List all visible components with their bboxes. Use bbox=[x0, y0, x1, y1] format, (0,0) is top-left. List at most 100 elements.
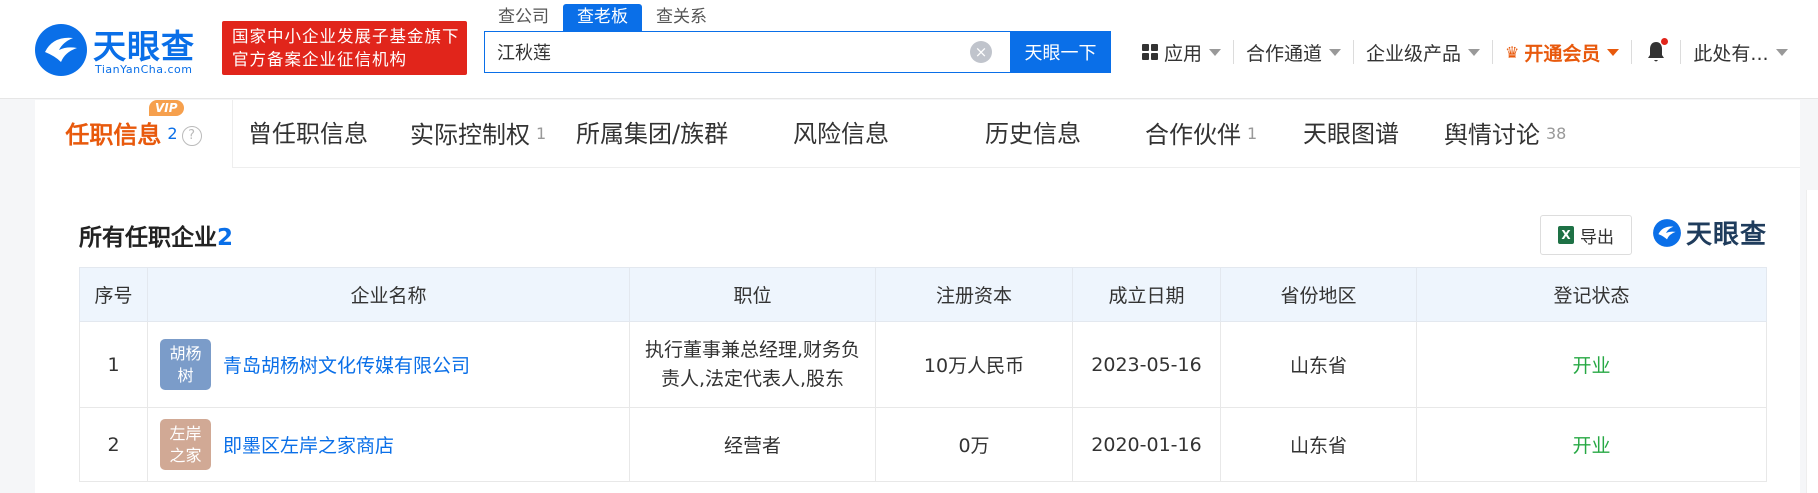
tab-label: 曾任职信息 bbox=[248, 120, 368, 148]
help-icon[interactable]: ? bbox=[181, 126, 202, 146]
tab-past-positions[interactable]: 曾任职信息 bbox=[248, 100, 368, 168]
cell-date: 2020-01-16 bbox=[1072, 407, 1221, 482]
cell-company: 胡杨树 青岛胡杨树文化传媒有限公司 bbox=[147, 321, 630, 408]
banner-line-2: 官方备案企业征信机构 bbox=[232, 50, 407, 69]
clear-search-icon[interactable]: × bbox=[970, 41, 992, 63]
tab-current-positions[interactable]: VIP 任职信息 2? bbox=[35, 100, 233, 168]
nav-vip-label: 开通会员 bbox=[1524, 42, 1601, 65]
table-row: 2 左岸之家 即墨区左岸之家商店 经营者 0万 2020-01-16 山东省 开… bbox=[79, 407, 1767, 482]
profile-tabbar: VIP 任职信息 2? 曾任职信息 实际控制权 1 所属集团/族群 风险信息 历史信… bbox=[35, 100, 1800, 168]
company-link[interactable]: 即墨区左岸之家商店 bbox=[223, 431, 394, 458]
nav-apps[interactable]: 应用 bbox=[1130, 40, 1235, 65]
cell-date: 2023-05-16 bbox=[1072, 321, 1221, 408]
col-header-date: 成立日期 bbox=[1072, 267, 1221, 322]
search-button[interactable]: 天眼一下 bbox=[1010, 31, 1111, 73]
watermark-logo-icon bbox=[1653, 218, 1681, 247]
nav-vip[interactable]: ♛ 开通会员 bbox=[1493, 40, 1633, 65]
cell-position: 经营者 bbox=[629, 407, 876, 482]
position-text: 执行董事兼总经理,财务负责人,法定代表人,股东 bbox=[644, 338, 861, 390]
top-nav: 应用 合作通道 企业级产品 ♛ 开通会员 此处有... bbox=[1130, 32, 1800, 72]
table-row: 1 胡杨树 青岛胡杨树文化传媒有限公司 执行董事兼总经理,财务负责人,法定代表人… bbox=[79, 321, 1767, 408]
tab-label: 任职信息 bbox=[65, 121, 162, 149]
tab-label: 风险信息 bbox=[793, 120, 889, 148]
nav-channel[interactable]: 合作通道 bbox=[1234, 40, 1355, 65]
tab-count: 2 bbox=[167, 124, 178, 143]
cell-company: 左岸之家 即墨区左岸之家商店 bbox=[147, 407, 630, 482]
tab-count: 1 bbox=[536, 124, 547, 143]
tab-graph[interactable]: 天眼图谱 bbox=[1303, 100, 1399, 168]
nav-apps-label: 应用 bbox=[1164, 42, 1203, 65]
logo-subtitle: TianYanCha.com bbox=[95, 63, 193, 76]
nav-channel-label: 合作通道 bbox=[1246, 42, 1323, 65]
positions-section: 所有任职企业2 X 导出 天眼查 序号 企业名称 职位 注册资本 成立日期 省份… bbox=[35, 168, 1800, 493]
export-label: 导出 bbox=[1580, 227, 1614, 248]
table-header-row: 序号 企业名称 职位 注册资本 成立日期 省份地区 登记状态 bbox=[79, 267, 1767, 322]
chevron-down-icon bbox=[1209, 48, 1222, 56]
apps-grid-icon bbox=[1142, 44, 1158, 60]
cell-position: 执行董事兼总经理,财务负责人,法定代表人,股东 bbox=[629, 321, 876, 408]
cell-capital: 0万 bbox=[875, 407, 1073, 482]
chevron-down-icon bbox=[1775, 48, 1788, 56]
tab-label: 所属集团/族群 bbox=[576, 120, 729, 148]
tab-risk[interactable]: 风险信息 bbox=[793, 100, 889, 168]
section-title: 所有任职企业2 bbox=[79, 218, 233, 252]
search-tab-relation[interactable]: 查关系 bbox=[642, 4, 721, 31]
search-tab-boss[interactable]: 查老板 bbox=[563, 4, 642, 31]
tab-label: 实际控制权 bbox=[410, 121, 530, 149]
tianyancha-logo[interactable]: 天眼查 TianYanCha.com bbox=[33, 18, 213, 78]
tab-count: 38 bbox=[1546, 124, 1567, 143]
cell-province: 山东省 bbox=[1220, 407, 1417, 482]
chevron-down-icon bbox=[1329, 48, 1342, 56]
excel-icon: X bbox=[1558, 226, 1574, 244]
tab-history[interactable]: 历史信息 bbox=[985, 100, 1081, 168]
export-button[interactable]: X 导出 bbox=[1540, 215, 1632, 255]
crown-icon: ♛ bbox=[1505, 42, 1520, 62]
bell-icon bbox=[1644, 38, 1669, 64]
tab-label: 舆情讨论 bbox=[1444, 121, 1540, 149]
tab-sentiment[interactable]: 舆情讨论 38 bbox=[1444, 100, 1566, 168]
logo-text: 天眼查 bbox=[93, 27, 195, 66]
cell-status: 开业 bbox=[1416, 321, 1767, 408]
col-header-status: 登记状态 bbox=[1416, 267, 1767, 322]
page-scrollbar[interactable] bbox=[1806, 190, 1818, 493]
positions-table: 序号 企业名称 职位 注册资本 成立日期 省份地区 登记状态 1 胡杨树 青岛胡… bbox=[79, 267, 1767, 482]
tab-label: 合作伙伴 bbox=[1145, 121, 1241, 149]
nav-enterprise[interactable]: 企业级产品 bbox=[1354, 40, 1494, 65]
nav-notifications[interactable] bbox=[1632, 38, 1682, 64]
company-link[interactable]: 青岛胡杨树文化传媒有限公司 bbox=[223, 351, 470, 378]
tab-partners[interactable]: 合作伙伴 1 bbox=[1145, 100, 1257, 168]
search-input[interactable] bbox=[484, 31, 1010, 73]
cell-index: 2 bbox=[79, 407, 148, 482]
chevron-down-icon bbox=[1607, 48, 1620, 56]
tab-count: 1 bbox=[1247, 124, 1258, 143]
nav-user-label: 此处有... bbox=[1693, 42, 1769, 65]
tab-label: 历史信息 bbox=[985, 120, 1081, 148]
chevron-down-icon bbox=[1468, 48, 1481, 56]
tab-group[interactable]: 所属集团/族群 bbox=[576, 100, 728, 168]
banner-line-1: 国家中小企业发展子基金旗下 bbox=[232, 27, 460, 46]
cell-province: 山东省 bbox=[1220, 321, 1417, 408]
cell-index: 1 bbox=[79, 321, 148, 408]
col-header-index: 序号 bbox=[79, 267, 148, 322]
section-count: 2 bbox=[217, 225, 234, 251]
tab-label: 天眼图谱 bbox=[1303, 120, 1399, 148]
nav-enterprise-label: 企业级产品 bbox=[1366, 42, 1462, 65]
cell-capital: 10万人民币 bbox=[875, 321, 1073, 408]
company-avatar[interactable]: 胡杨树 bbox=[160, 339, 211, 390]
company-avatar[interactable]: 左岸之家 bbox=[160, 419, 211, 470]
tab-actual-control[interactable]: 实际控制权 1 bbox=[410, 100, 546, 168]
nav-user[interactable]: 此处有... bbox=[1681, 40, 1799, 65]
col-header-capital: 注册资本 bbox=[875, 267, 1073, 322]
vip-badge: VIP bbox=[149, 100, 184, 116]
top-header: 天眼查 TianYanCha.com 国家中小企业发展子基金旗下 官方备案企业征… bbox=[0, 0, 1818, 99]
search-type-tabs: 查公司 查老板 查关系 bbox=[484, 4, 721, 31]
tianyancha-watermark: 天眼查 bbox=[1652, 214, 1767, 251]
col-header-position: 职位 bbox=[629, 267, 876, 322]
logo-mark-icon bbox=[35, 24, 87, 76]
col-header-company: 企业名称 bbox=[147, 267, 630, 322]
official-banner: 国家中小企业发展子基金旗下 官方备案企业征信机构 bbox=[222, 21, 467, 75]
section-title-text: 所有任职企业 bbox=[79, 225, 217, 251]
search-tab-company[interactable]: 查公司 bbox=[484, 4, 563, 31]
watermark-text: 天眼查 bbox=[1686, 220, 1768, 250]
col-header-province: 省份地区 bbox=[1220, 267, 1417, 322]
